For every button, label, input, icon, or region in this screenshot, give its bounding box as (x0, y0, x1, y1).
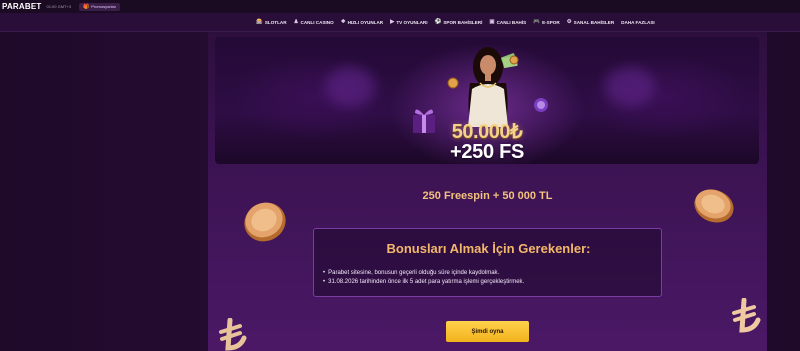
promotions-button[interactable]: 🎁 Promosyonlar (79, 2, 120, 11)
slots-icon: 🎰 (256, 18, 263, 25)
clock: 01:00 GMT+3 (46, 4, 72, 9)
live-casino-icon: ♟ (293, 18, 299, 25)
bonus-headline: 250 Freespin + 50 000 TL (422, 190, 553, 202)
live-betting-icon: ▣ (489, 18, 495, 25)
promotions-label: Promosyonlar (91, 4, 116, 9)
requirements-list: Parabet sitesine, bonusun geçerli olduğu… (323, 269, 524, 287)
nav-label: HIZLI OYUNLAR (347, 20, 384, 25)
requirements-title: Bonusları Almak İçin Gerekenler: (386, 241, 591, 256)
nav-item-live-betting[interactable]: ▣ CANLI BAHİS (489, 18, 527, 26)
list-item: 31.08.2026 tarihinden önce ilk 5 adet pa… (323, 278, 524, 287)
nav-item-tv-games[interactable]: ▶ TV OYUNLARI (390, 18, 428, 26)
nav-label: SANAL BAHİSLER (573, 20, 615, 25)
list-item: Parabet sitesine, bonusun geçerli olduğu… (323, 269, 524, 278)
virtual-betting-icon: ⚙ (566, 18, 572, 25)
lira-symbol-icon (219, 318, 247, 351)
nav-item-sports-betting[interactable]: ⚽ SPOR BAHİSLERİ (434, 18, 483, 26)
play-now-button[interactable]: Şimdi oyna (446, 321, 529, 342)
coin-decoration (509, 55, 519, 65)
nav-label: CANLI BAHİS (496, 20, 527, 25)
fast-games-icon: ❖ (340, 18, 346, 25)
nav-item-esports[interactable]: 🎮 E-SPOR (533, 18, 560, 26)
nav-item-live-casino[interactable]: ♟ CANLI CASINO (293, 18, 334, 26)
esports-icon: 🎮 (533, 18, 541, 25)
requirements-box: Bonusları Almak İçin Gerekenler: Parabet… (313, 228, 662, 297)
promo-banner: 50.000₺ +250 FS (215, 37, 759, 164)
gift-icon: 🎁 (83, 3, 90, 10)
nav-label: TV OYUNLARI (396, 20, 428, 25)
banner-freespins: +250 FS (449, 141, 525, 163)
nav-label: CANLI CASINO (300, 20, 334, 25)
lira-symbol-icon (732, 298, 761, 333)
tv-games-icon: ▶ (390, 18, 395, 25)
nav-label: E-SPOR (542, 20, 560, 25)
poker-chip-icon (534, 98, 548, 112)
sports-betting-icon: ⚽ (434, 18, 442, 25)
coin-decoration (447, 77, 459, 89)
nav-item-slots[interactable]: 🎰 SLOTLAR (256, 18, 287, 26)
nav-item-virtual-betting[interactable]: ⚙ SANAL BAHİSLER (566, 18, 615, 26)
nav-label: SLOTLAR (264, 20, 287, 25)
parabet-logo[interactable]: PARABET (2, 2, 41, 11)
nav-item-fast-games[interactable]: ❖ HIZLI OYUNLAR (340, 18, 384, 26)
nav-label: DAHA FAZLASI (621, 20, 655, 25)
coin-icon (244, 202, 286, 242)
nav-item-more[interactable]: DAHA FAZLASI (621, 20, 655, 25)
main-nav: 🎰 SLOTLAR ♟ CANLI CASINO ❖ HIZLI OYUNLAR… (0, 13, 800, 32)
top-bar: PARABET 01:00 GMT+3 🎁 Promosyonlar (0, 0, 800, 13)
nav-label: SPOR BAHİSLERİ (443, 20, 483, 25)
